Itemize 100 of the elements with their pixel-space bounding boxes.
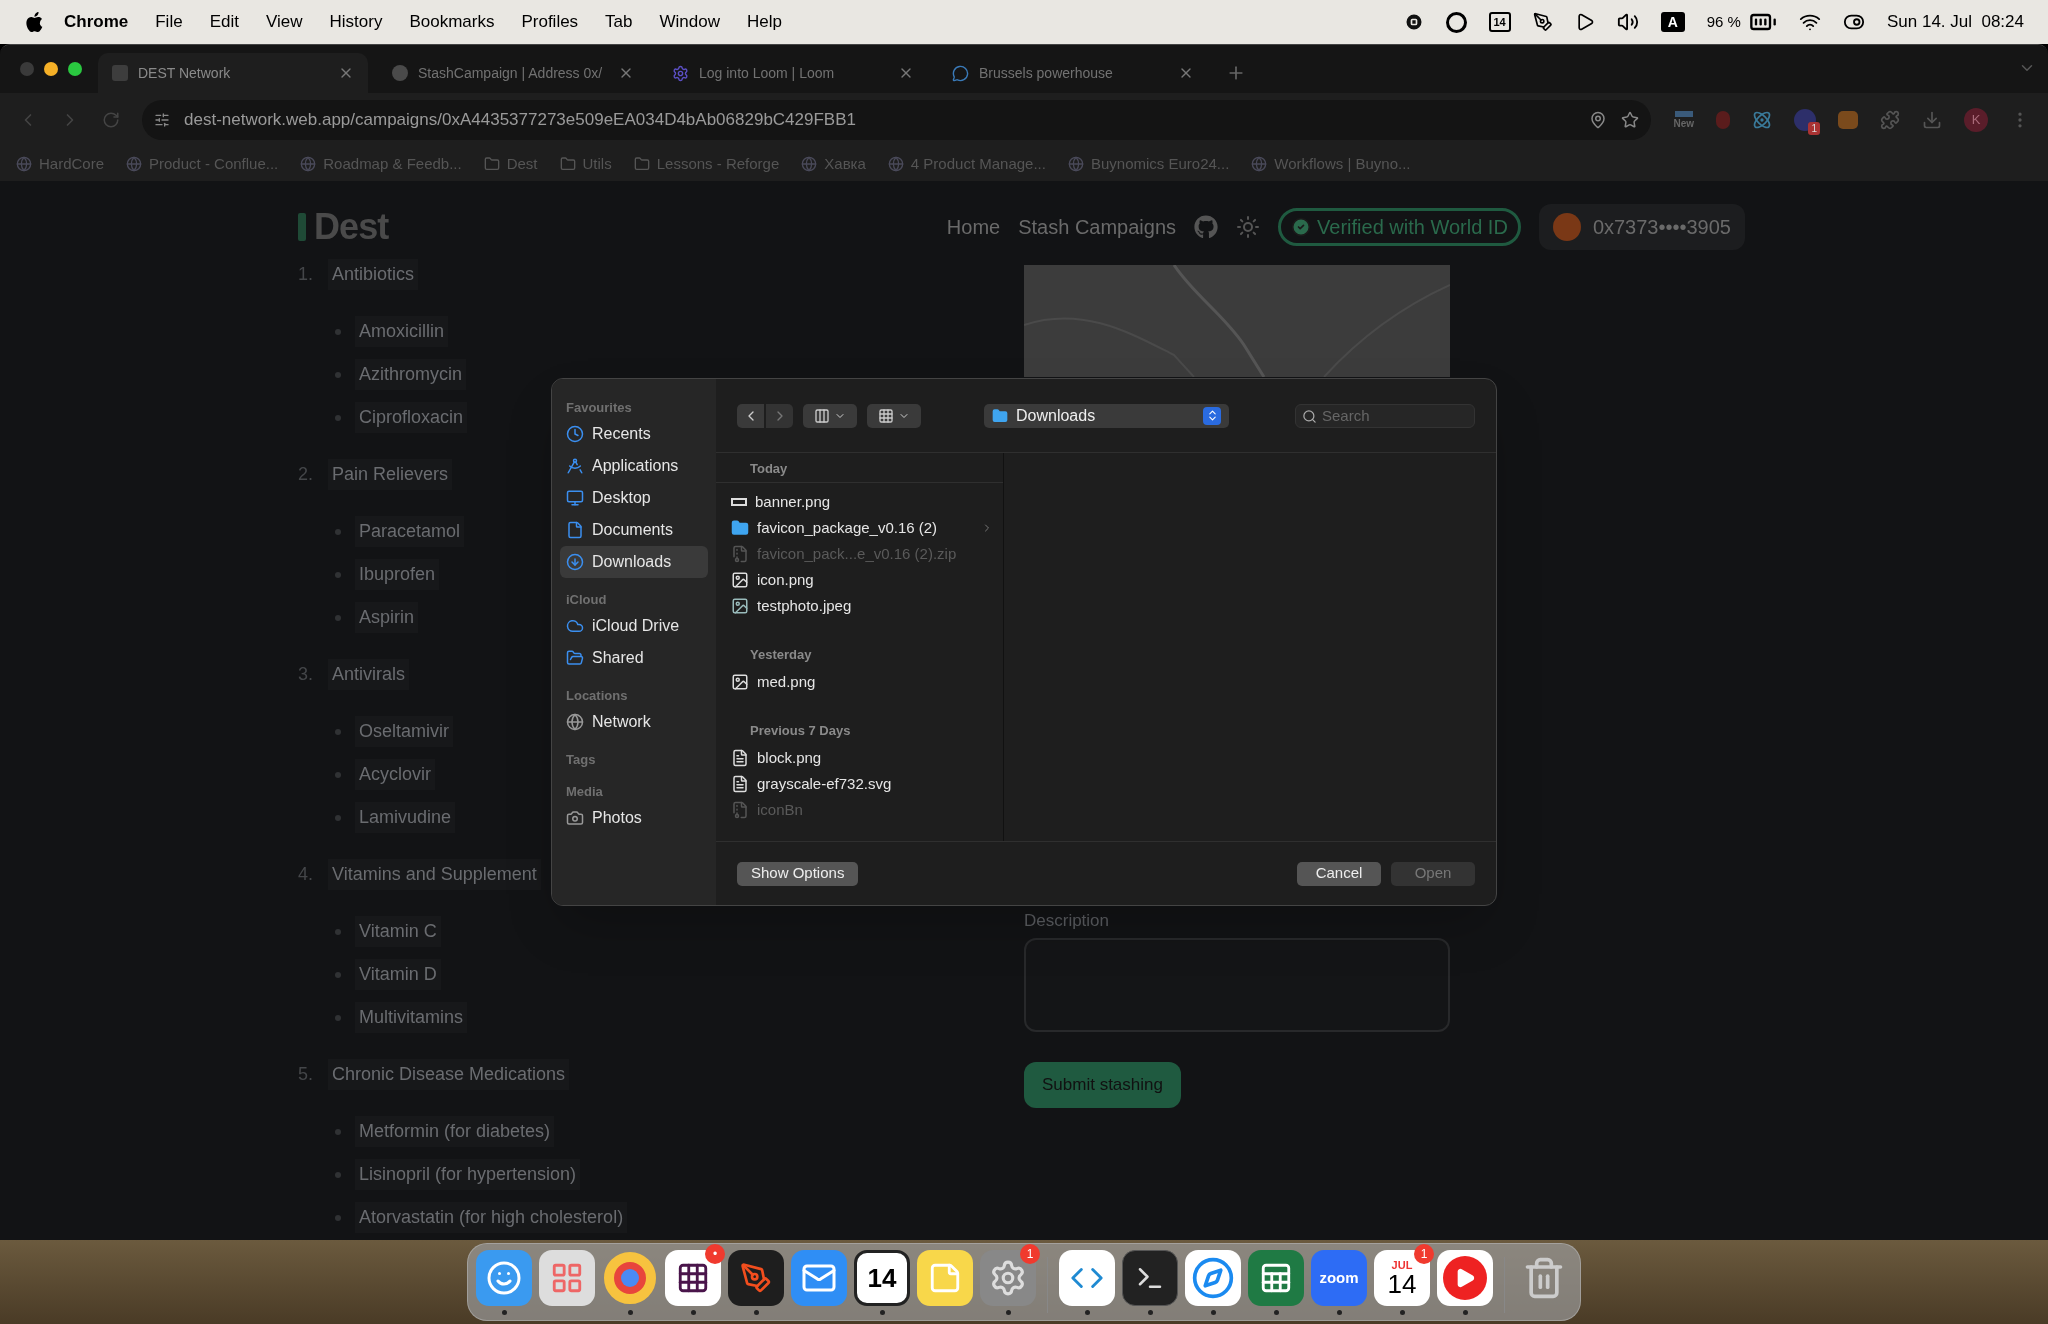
menu-item[interactable]: Profiles [521, 9, 579, 35]
pen-app-icon[interactable] [728, 1250, 784, 1306]
tab-favicon [672, 64, 689, 82]
cat-logo-icon[interactable] [1194, 215, 1219, 239]
file-row[interactable]: icon.png [716, 567, 1003, 593]
spreadsheet-icon[interactable] [1248, 1250, 1304, 1306]
file-row[interactable]: banner.png [716, 489, 1003, 515]
cancel-button[interactable]: Cancel [1297, 861, 1381, 886]
grid-icon[interactable] [539, 1250, 595, 1306]
play-button-icon[interactable] [1437, 1250, 1493, 1306]
sidebar-item[interactable]: Downloads [560, 546, 708, 578]
sidebar-item[interactable]: Documents [560, 514, 708, 546]
sidebar-item[interactable]: Applications [560, 450, 708, 482]
browser-tab[interactable]: DEST Network [98, 53, 368, 93]
hash-icon[interactable] [665, 1250, 721, 1306]
bookmark-star-icon[interactable] [1621, 111, 1640, 129]
group-heading: Today [750, 459, 788, 478]
show-options-button[interactable]: Show Options [737, 861, 859, 886]
site-settings-icon[interactable] [154, 112, 170, 128]
file-row[interactable]: favicon_package_v0.16 (2) [716, 515, 1003, 541]
sidebar-item[interactable]: Network [560, 706, 708, 738]
menu-item[interactable]: Bookmarks [409, 9, 495, 35]
column-view-button[interactable] [803, 403, 857, 428]
extensions-icon[interactable] [1880, 110, 1900, 130]
menu-clock[interactable]: Sun 14. Jul 08:24 [1886, 9, 2024, 35]
video-app-icon[interactable]: zoom [1311, 1250, 1367, 1306]
apple-icon[interactable] [24, 11, 44, 33]
bullet-icon [335, 528, 341, 535]
sidebar-heading: Favourites [565, 399, 633, 417]
category-title: Antivirals [328, 659, 410, 690]
group-view-button[interactable] [867, 403, 921, 428]
theme-toggle-icon[interactable] [1236, 215, 1261, 239]
menu-item[interactable]: Chrome [64, 9, 129, 35]
browser-tab[interactable]: StashCampaign | Address 0x/ [378, 53, 648, 93]
notepad-icon[interactable] [917, 1250, 973, 1306]
bullet-icon [335, 571, 341, 578]
back-button[interactable] [737, 403, 764, 428]
verified-badge: Verified with World ID [1278, 208, 1521, 246]
list-item: Ibuprofen [355, 559, 440, 590]
notification-badge: 1 [1020, 1244, 1040, 1264]
menu-item[interactable]: Tab [605, 9, 633, 35]
menu-item[interactable]: History [329, 9, 383, 35]
volume-icon[interactable] [1616, 11, 1639, 33]
folder-icon [483, 156, 500, 172]
menu-item[interactable]: File [155, 9, 183, 35]
calendar-day-icon[interactable]: 14 [1488, 12, 1511, 32]
list-item: Metformin (for diabetes) [355, 1116, 555, 1147]
file-row[interactable]: testphoto.jpeg [716, 593, 1003, 619]
columns-icon [814, 407, 830, 424]
notification-badge: 1 [1414, 1244, 1434, 1264]
location-dropdown[interactable]: Downloads [984, 403, 1229, 428]
extension-icon[interactable] [1838, 111, 1858, 129]
browser-tab[interactable]: Log into Loom | Loom [658, 53, 928, 93]
archive-file-icon [731, 801, 749, 819]
location-icon[interactable] [1589, 111, 1608, 129]
sidebar-item[interactable]: Shared [560, 642, 708, 674]
file-row[interactable]: block.png [716, 745, 1003, 771]
date-app-icon[interactable]: 14 [854, 1250, 910, 1306]
sidebar-item[interactable]: Photos [560, 802, 708, 834]
address-bar[interactable]: dest-network.web.app/campaigns/0xA4435377273e509eEA034D4bAb06829bC429FBB1 [142, 100, 1652, 140]
search-field[interactable]: Search [1295, 403, 1475, 428]
bullet-icon [335, 1128, 341, 1135]
gear-icon[interactable] [980, 1250, 1036, 1306]
zoom-button[interactable] [68, 62, 82, 76]
extension-badge: 1 [1808, 122, 1820, 135]
pen-icon[interactable] [1532, 12, 1553, 32]
field-label: Description [1024, 910, 1111, 932]
download-icon[interactable] [1922, 110, 1942, 130]
browser-tab[interactable]: Brussels powerhouse [938, 53, 1208, 93]
menu-item[interactable]: Help [747, 9, 782, 35]
folder-icon [566, 649, 584, 667]
input-source-icon[interactable]: A [1660, 12, 1685, 32]
compass-icon [566, 457, 584, 475]
search-icon [1302, 408, 1317, 424]
globe-icon [1067, 156, 1084, 172]
menu-item[interactable]: Window [659, 9, 720, 35]
menu-item[interactable]: View [265, 9, 303, 35]
list-item: Amoxicillin [355, 316, 449, 347]
file-row[interactable]: grayscale-ef732.svg [716, 771, 1003, 797]
list-item: Vitamin C [355, 916, 441, 947]
mail-icon[interactable] [791, 1250, 847, 1306]
monitor-icon [566, 489, 584, 507]
sidebar-item[interactable]: Desktop [560, 482, 708, 514]
sidebar-item[interactable]: Recents [560, 418, 708, 450]
smiling-face-icon[interactable] [476, 1250, 532, 1306]
menu-item[interactable]: Edit [209, 9, 239, 35]
bullet-icon [335, 971, 341, 978]
description-field[interactable] [1024, 938, 1450, 1032]
sidebar-heading: Media [565, 783, 604, 801]
sidebar-item[interactable]: iCloud Drive [560, 610, 708, 642]
code-editor-icon[interactable] [1059, 1250, 1115, 1306]
minimize-button[interactable] [44, 62, 58, 76]
file-row[interactable]: med.png [716, 669, 1003, 695]
photo-file-icon [731, 597, 749, 615]
stop-icon[interactable] [1403, 12, 1424, 32]
terminal-icon[interactable] [1122, 1250, 1178, 1306]
compass-icon[interactable] [1185, 1250, 1241, 1306]
forward-button[interactable] [766, 403, 793, 428]
cloud-icon [566, 617, 584, 635]
atom-icon[interactable] [1752, 110, 1772, 130]
